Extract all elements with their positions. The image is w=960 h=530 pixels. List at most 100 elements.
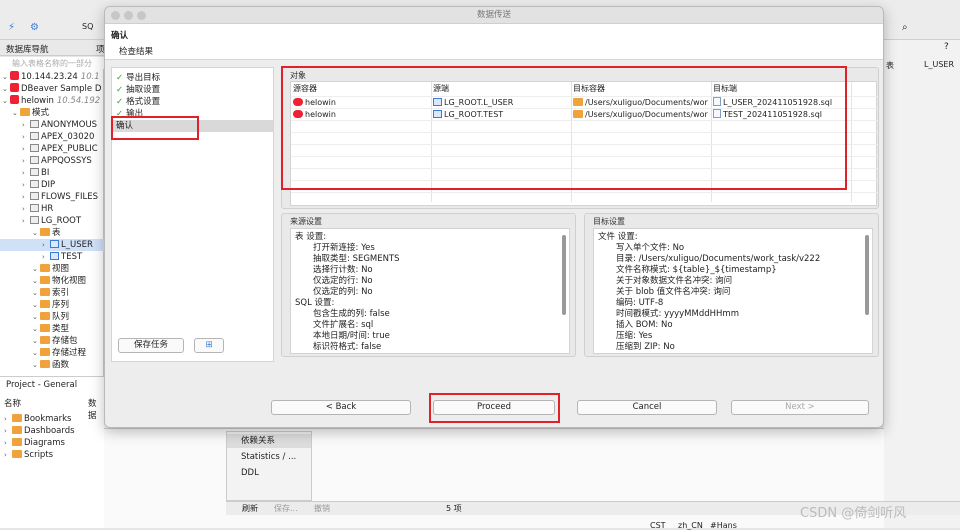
expand-arrow-icon[interactable]: › [4,413,12,425]
tree-node-schema[interactable]: › BI [0,167,49,179]
expand-arrow-icon[interactable]: ⌄ [32,335,40,347]
tab-database-navigator[interactable]: 数据库导航 [6,43,49,55]
expand-arrow-icon[interactable]: ⌄ [32,227,40,239]
row-divider [291,192,878,193]
tree-node-schema[interactable]: › APEX_03020 [0,131,94,143]
save-button[interactable]: 保存... [274,503,298,514]
tree-node-folder[interactable]: ⌄ 索引 [0,287,69,299]
tree-node-folder[interactable]: ⌄ 队列 [0,311,69,323]
help-icon[interactable]: ? [944,42,949,52]
expand-arrow-icon[interactable]: › [4,437,12,449]
expand-arrow-icon[interactable]: › [22,167,30,179]
check-icon: ✓ [116,85,124,95]
back-button[interactable]: < Back [271,400,411,415]
tree-node-folder[interactable]: ⌄ 物化视图 [0,275,86,287]
side-tab-statistics[interactable]: Statistics / ... [227,450,311,464]
expand-arrow-icon[interactable]: ⌄ [32,323,40,335]
source-settings-title: 来源设置 [290,217,322,226]
tree-node-table[interactable]: › TEST [0,251,82,263]
database-tree: ⌄ 10.144.23.24 10.1 ⌄ DBeaver Sample D ⌄ helow… [0,69,104,376]
tree-node-db[interactable]: ⌄ 10.144.23.24 10.1 [0,71,100,83]
tree-node-schema[interactable]: › LG_ROOT [0,215,81,227]
expand-arrow-icon[interactable]: › [22,203,30,215]
tree-label: 索引 [52,288,70,298]
table-filter[interactable]: 输入表格名称的一部分 [0,57,104,69]
tree-node-folder[interactable]: ⌄ 存储包 [0,335,78,347]
tree-node-schema[interactable]: › APPQOSSYS [0,155,92,167]
expand-arrow-icon[interactable]: ⌄ [32,311,40,323]
next-button[interactable]: Next > [731,400,869,415]
schedule-icon[interactable]: ⊞ [194,338,224,353]
expand-arrow-icon[interactable]: › [22,155,30,167]
undo-button[interactable]: 撤销 [314,503,330,514]
tree-node-db[interactable]: ⌄ helowin 10.54.192 [0,95,100,107]
tree-node-folder[interactable]: ⌄ 视图 [0,263,69,275]
tree-node-folder[interactable]: ⌄ 存储过程 [0,347,86,359]
tree-node-schema[interactable]: › HR [0,203,53,215]
project-item[interactable]: › Diagrams [0,437,65,449]
target-scrollbar[interactable] [865,235,869,315]
expand-arrow-icon[interactable]: › [22,179,30,191]
expand-arrow-icon[interactable]: ⌄ [2,95,10,107]
wizard-step[interactable]: ✓ 抽取设置 [116,84,160,96]
close-window-icon[interactable] [111,11,120,20]
tree-node-folder[interactable]: ⌄ 类型 [0,323,69,335]
side-tab-ddl[interactable]: DDL [227,466,311,480]
crumb-item[interactable]: L_USER [924,60,954,69]
target-settings-title: 目标设置 [593,217,625,226]
folder-icon [12,426,22,434]
tree-host: 10.1 [80,72,100,82]
connect-icon[interactable]: ⚡ [8,22,15,33]
tree-node-folder[interactable]: ⌄ 序列 [0,299,69,311]
expand-arrow-icon[interactable]: › [22,215,30,227]
source-scrollbar[interactable] [562,235,566,315]
wizard-step[interactable]: ✓ 导出目标 [116,72,160,84]
expand-arrow-icon[interactable]: › [4,425,12,437]
expand-arrow-icon[interactable]: › [4,449,12,461]
expand-arrow-icon[interactable]: › [22,191,30,203]
project-item[interactable]: › Dashboards [0,425,75,437]
plug-icon[interactable]: ⚙ [30,22,39,33]
expand-arrow-icon[interactable]: ⌄ [32,347,40,359]
expand-arrow-icon[interactable]: ⌄ [32,359,40,371]
project-item[interactable]: › Scripts [0,449,53,461]
expand-arrow-icon[interactable]: › [22,131,30,143]
expand-arrow-icon[interactable]: › [42,251,50,263]
tree-node-folder[interactable]: ⌄ 函数 [0,359,69,371]
side-tab-dependencies[interactable]: 依赖关系 [227,434,311,448]
save-task-button[interactable]: 保存任务 [118,338,184,353]
expand-arrow-icon[interactable]: › [42,239,50,251]
expand-arrow-icon[interactable]: ⌄ [2,83,10,95]
tree-node-folder[interactable]: ⌄ 模式 [0,107,49,119]
project-title[interactable]: Project - General [6,380,77,390]
expand-arrow-icon[interactable]: › [22,143,30,155]
expand-arrow-icon[interactable]: ⌄ [2,71,10,83]
tree-label: 类型 [52,324,70,334]
wizard-step[interactable]: ✓ 格式设置 [116,96,160,108]
folder-icon [12,450,22,458]
expand-arrow-icon[interactable]: › [22,119,30,131]
refresh-button[interactable]: 刷新 [242,503,258,514]
tree-node-schema[interactable]: › ANONYMOUS [0,119,97,131]
tree-node-schema[interactable]: › DIP [0,179,55,191]
expand-arrow-icon[interactable]: ⌄ [32,275,40,287]
expand-arrow-icon[interactable]: ⌄ [32,287,40,299]
crumb-table[interactable]: 表 [886,60,894,71]
tree-node-table[interactable]: › L_USER [0,239,104,251]
tree-node-schema[interactable]: › FLOWS_FILES [0,191,98,203]
expand-arrow-icon[interactable]: ⌄ [32,299,40,311]
tree-node-folder[interactable]: ⌄ 表 [0,227,61,239]
tree-node-schema[interactable]: › APEX_PUBLIC [0,143,98,155]
minimize-window-icon[interactable] [124,11,133,20]
tree-label: HR [41,204,54,214]
zoom-window-icon[interactable] [137,11,146,20]
sql-button[interactable]: SQ [82,22,93,31]
tree-node-db[interactable]: ⌄ DBeaver Sample D [0,83,101,95]
cancel-button[interactable]: Cancel [577,400,717,415]
expand-arrow-icon[interactable]: ⌄ [32,263,40,275]
nav-tabbar: 数据库导航 项 [0,40,105,56]
search-icon[interactable]: ⌕ [902,22,908,33]
project-item[interactable]: › Bookmarks [0,413,72,425]
folder-icon [40,348,50,356]
expand-arrow-icon[interactable]: ⌄ [12,107,20,119]
